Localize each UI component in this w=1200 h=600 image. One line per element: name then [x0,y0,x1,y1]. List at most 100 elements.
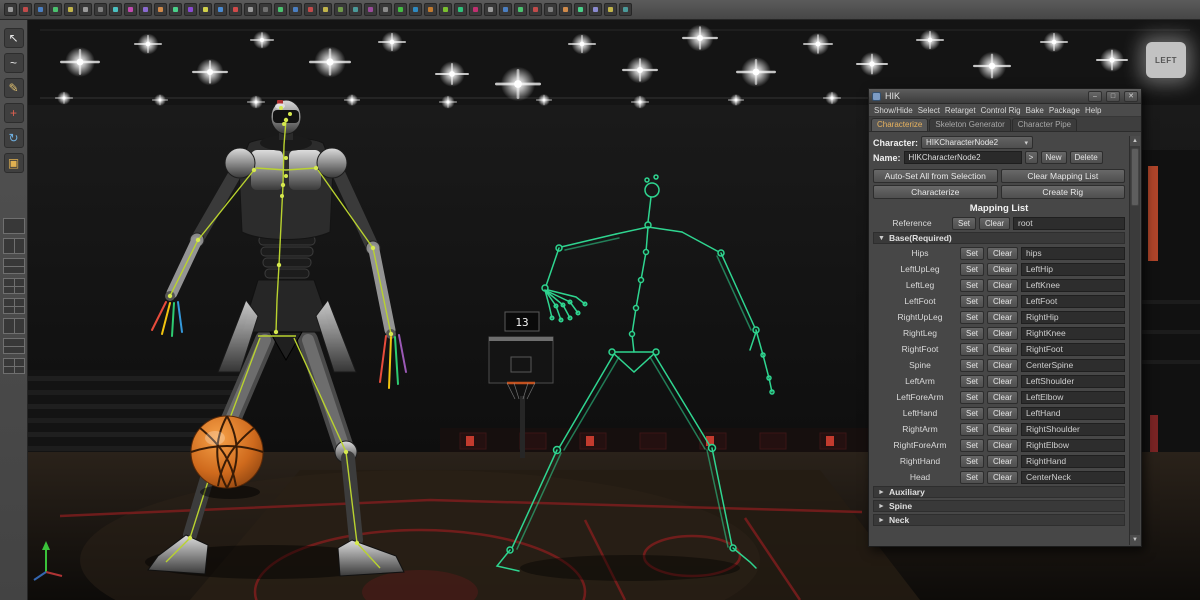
mapped-node-field[interactable]: RightShoulder [1021,423,1125,436]
clear-button[interactable]: Clear [987,279,1018,292]
mapped-node-field[interactable]: LeftKnee [1021,279,1125,292]
clear-button[interactable]: Clear [987,471,1018,484]
set-button[interactable]: Set [960,391,984,404]
shelf-icon[interactable] [364,3,377,16]
layout-button[interactable] [3,258,25,274]
clear-button[interactable]: Clear [987,343,1018,356]
layout-button[interactable] [3,298,25,314]
clear-button[interactable]: Clear [979,217,1010,230]
set-button[interactable]: Set [960,263,984,276]
expand-name-button[interactable]: > [1025,151,1038,164]
layout-button[interactable] [3,218,25,234]
shelf-icon[interactable] [349,3,362,16]
tab-skeleton-generator[interactable]: Skeleton Generator [929,118,1010,131]
mapped-node-field[interactable]: LeftHip [1021,263,1125,276]
mapped-node-field[interactable]: RightHip [1021,311,1125,324]
clear-button[interactable]: Clear [987,375,1018,388]
menu-show-hide[interactable]: Show/Hide [874,106,913,115]
shelf-icon[interactable] [619,3,632,16]
shelf-icon[interactable] [454,3,467,16]
shelf-icon[interactable] [214,3,227,16]
shelf-icon[interactable] [559,3,572,16]
shelf-icon[interactable] [334,3,347,16]
layout-button[interactable] [3,318,25,334]
set-button[interactable]: Set [960,311,984,324]
layout-button[interactable] [3,338,25,354]
scale-tool[interactable]: ▣ [4,153,24,173]
shelf-icon[interactable] [544,3,557,16]
mapped-node-field[interactable]: RightFoot [1021,343,1125,356]
mapped-node-field[interactable]: LeftShoulder [1021,375,1125,388]
shelf-icon[interactable] [4,3,17,16]
mapped-node-field[interactable]: RightElbow [1021,439,1125,452]
clear-button[interactable]: Clear [987,391,1018,404]
clear-button[interactable]: Clear [987,327,1018,340]
close-button[interactable]: ✕ [1124,91,1138,102]
layout-button[interactable] [3,358,25,374]
new-character-button[interactable]: New [1041,151,1067,164]
paint-select-tool[interactable]: ✎ [4,78,24,98]
shelf-icon[interactable] [589,3,602,16]
shelf-icon[interactable] [49,3,62,16]
clear-button[interactable]: Clear [987,295,1018,308]
menu-bake[interactable]: Bake [1026,106,1044,115]
scrollbar-thumb[interactable] [1131,148,1139,206]
shelf-icon[interactable] [139,3,152,16]
set-button[interactable]: Set [960,343,984,356]
shelf-icon[interactable] [394,3,407,16]
menu-help[interactable]: Help [1085,106,1101,115]
shelf-icon[interactable] [199,3,212,16]
shelf-icon[interactable] [304,3,317,16]
clear-button[interactable]: Clear [987,247,1018,260]
create-rig-button[interactable]: Create Rig [1001,185,1126,199]
shelf-icon[interactable] [34,3,47,16]
clear-button[interactable]: Clear [987,455,1018,468]
name-input[interactable]: HIKCharacterNode2 [904,151,1022,164]
shelf-icon[interactable] [259,3,272,16]
shelf-icon[interactable] [319,3,332,16]
tab-characterize[interactable]: Characterize [871,118,928,131]
shelf-icon[interactable] [94,3,107,16]
shelf-icon[interactable] [274,3,287,16]
clear-button[interactable]: Clear [987,359,1018,372]
set-button[interactable]: Set [960,455,984,468]
menu-control-rig[interactable]: Control Rig [981,106,1021,115]
shelf-icon[interactable] [379,3,392,16]
mapped-node-field[interactable]: root [1013,217,1125,230]
select-tool[interactable]: ↖ [4,28,24,48]
menu-retarget[interactable]: Retarget [945,106,976,115]
shelf-icon[interactable] [529,3,542,16]
section-base-required[interactable]: ▼ Base(Required) [873,232,1125,244]
shelf-icon[interactable] [574,3,587,16]
shelf-icon[interactable] [514,3,527,16]
clear-button[interactable]: Clear [987,407,1018,420]
set-button[interactable]: Set [960,471,984,484]
shelf-icon[interactable] [184,3,197,16]
clear-button[interactable]: Clear [987,311,1018,324]
shelf-icon[interactable] [409,3,422,16]
shelf-icon[interactable] [64,3,77,16]
shelf-icon[interactable] [124,3,137,16]
set-button[interactable]: Set [960,279,984,292]
shelf-icon[interactable] [439,3,452,16]
delete-character-button[interactable]: Delete [1070,151,1103,164]
shelf-icon[interactable] [604,3,617,16]
menu-select[interactable]: Select [918,106,940,115]
tab-character-pipe[interactable]: Character Pipe [1012,118,1077,131]
clear-button[interactable]: Clear [987,423,1018,436]
set-button[interactable]: Set [960,407,984,420]
mapped-node-field[interactable]: LeftFoot [1021,295,1125,308]
shelf-icon[interactable] [424,3,437,16]
lasso-select-tool[interactable]: ~ [4,53,24,73]
mapped-node-field[interactable]: LeftHand [1021,407,1125,420]
shelf-icon[interactable] [289,3,302,16]
mapped-node-field[interactable]: LeftElbow [1021,391,1125,404]
layout-button[interactable] [3,278,25,294]
shelf-icon[interactable] [79,3,92,16]
clear-button[interactable]: Clear [987,439,1018,452]
section-spine[interactable]: ►Spine [873,500,1125,512]
menu-package[interactable]: Package [1049,106,1080,115]
set-button[interactable]: Set [952,217,976,230]
maximize-button[interactable]: □ [1106,91,1120,102]
shelf-icon[interactable] [229,3,242,16]
